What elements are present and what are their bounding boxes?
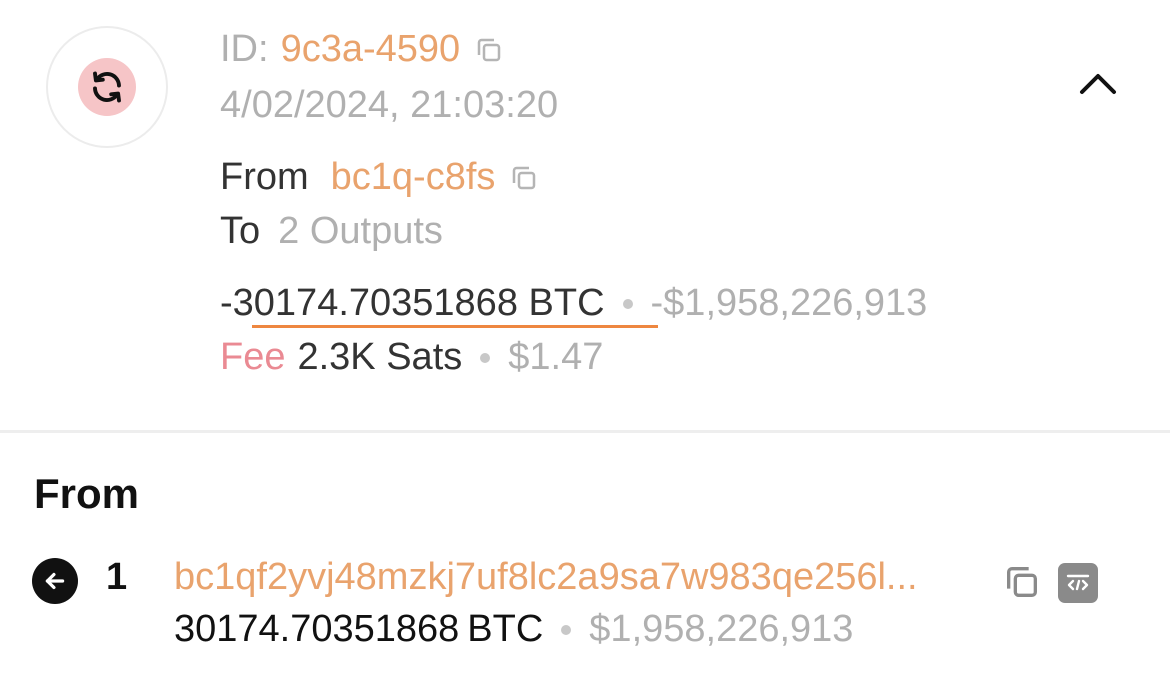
code-icon[interactable] xyxy=(1058,563,1098,603)
input-amount-row: 30174.70351868 BTC $1,958,226,913 xyxy=(174,608,853,651)
fee-usd: $1.47 xyxy=(508,336,604,378)
input-amount-btc: 30174.70351868 xyxy=(174,608,460,650)
separator-dot xyxy=(622,298,633,309)
to-outputs[interactable]: 2 Outputs xyxy=(278,210,443,253)
amount-underline xyxy=(252,325,658,328)
fee-label: Fee xyxy=(220,336,286,378)
to-label: To xyxy=(220,210,261,252)
separator-dot xyxy=(480,352,491,363)
input-address-row: bc1qf2yvj48mzkj7uf8lc2a9sa7w983qe256l... xyxy=(174,556,918,599)
transaction-type-icon-wrapper xyxy=(46,26,168,148)
from-label: From xyxy=(220,156,309,198)
copy-icon[interactable] xyxy=(509,163,539,193)
fee-value: 2.3K Sats xyxy=(297,336,463,378)
id-label: ID: xyxy=(220,28,269,70)
amount-row: -30174.70351868 BTC -$1,958,226,913 xyxy=(220,282,927,325)
from-address[interactable]: bc1q-c8fs xyxy=(331,156,496,199)
transaction-datetime: 4/02/2024, 21:03:20 xyxy=(220,84,559,126)
section-divider xyxy=(0,430,1170,433)
chevron-up-icon[interactable] xyxy=(1076,68,1120,105)
input-index: 1 xyxy=(106,556,128,598)
transaction-id[interactable]: 9c3a-4590 xyxy=(281,28,461,71)
to-row: To 2 Outputs xyxy=(220,210,443,253)
amount-usd: -$1,958,226,913 xyxy=(650,282,928,324)
transaction-id-row: ID: 9c3a-4590 xyxy=(220,28,504,71)
input-amount-unit: BTC xyxy=(467,608,544,650)
fee-row: Fee 2.3K Sats $1.47 xyxy=(220,336,603,379)
refresh-icon xyxy=(78,58,136,116)
separator-dot xyxy=(561,624,572,635)
copy-icon[interactable] xyxy=(1002,562,1042,607)
from-row: From bc1q-c8fs xyxy=(220,156,539,199)
amount-btc: -30174.70351868 BTC xyxy=(220,282,605,324)
input-address[interactable]: bc1qf2yvj48mzkj7uf8lc2a9sa7w983qe256l... xyxy=(174,556,918,599)
copy-icon[interactable] xyxy=(474,35,504,65)
input-amount-usd: $1,958,226,913 xyxy=(589,608,854,650)
from-section-title: From xyxy=(34,470,139,517)
arrow-left-icon xyxy=(32,558,78,604)
